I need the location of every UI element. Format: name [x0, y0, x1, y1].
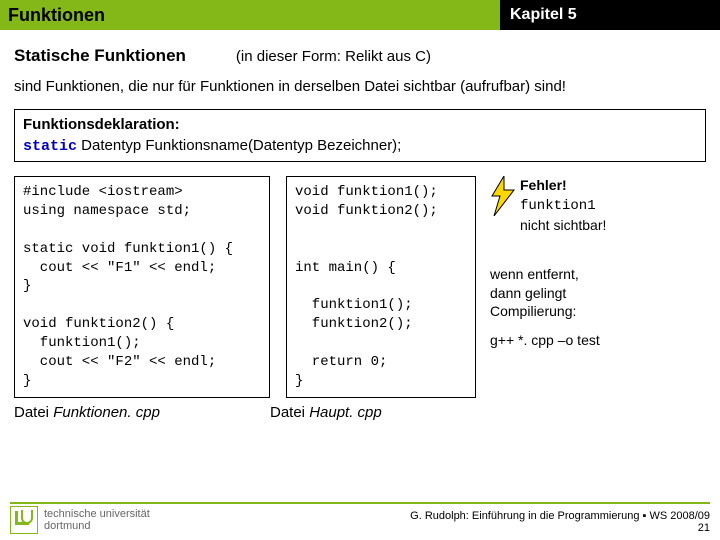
- caption-main: Datei Haupt. cpp: [270, 404, 476, 421]
- keyword-static: static: [23, 138, 77, 155]
- header-title: Funktionen: [0, 5, 105, 26]
- error-rest: nicht sichtbar!: [520, 216, 606, 235]
- section-body: sind Funktionen, die nur für Funktionen …: [14, 78, 706, 95]
- caption-prefix-2: Datei: [270, 404, 309, 421]
- lightning-icon: [490, 176, 516, 216]
- footer-page: 21: [410, 522, 710, 534]
- section-note: (in dieser Form: Relikt aus C): [236, 48, 431, 65]
- logo-line-1: technische universität: [44, 508, 150, 520]
- caption-functions: Datei Funktionen. cpp: [14, 404, 270, 421]
- declaration-rest: Datentyp Funktionsname(Datentyp Bezeichn…: [77, 137, 401, 154]
- hint-line-2: dann gelingt: [490, 284, 606, 303]
- footer-line: G. Rudolph: Einführung in die Programmie…: [410, 510, 710, 522]
- declaration-title: Funktionsdeklaration:: [23, 116, 697, 133]
- hint-line-3: Compilierung:: [490, 302, 606, 321]
- error-function: funktion1: [520, 198, 596, 214]
- caption-prefix-1: Datei: [14, 404, 53, 421]
- caption-file-2: Haupt. cpp: [309, 404, 382, 421]
- hint-line-1: wenn entfernt,: [490, 265, 606, 284]
- university-logo: technische universität dortmund: [10, 506, 150, 534]
- code-box-main: void funktion1(); void funktion2(); int …: [286, 176, 476, 398]
- footer: G. Rudolph: Einführung in die Programmie…: [410, 510, 710, 534]
- declaration-box: Funktionsdeklaration: static Datentyp Fu…: [14, 109, 706, 162]
- chapter-bar: Kapitel 5: [500, 0, 720, 30]
- error-label: Fehler!: [520, 177, 567, 193]
- code-box-functions: #include <iostream> using namespace std;…: [14, 176, 270, 398]
- logo-line-2: dortmund: [44, 520, 150, 532]
- section-title: Statische Funktionen: [14, 46, 186, 66]
- caption-file-1: Funktionen. cpp: [53, 404, 160, 421]
- compile-command: g++ *. cpp –o test: [490, 331, 606, 350]
